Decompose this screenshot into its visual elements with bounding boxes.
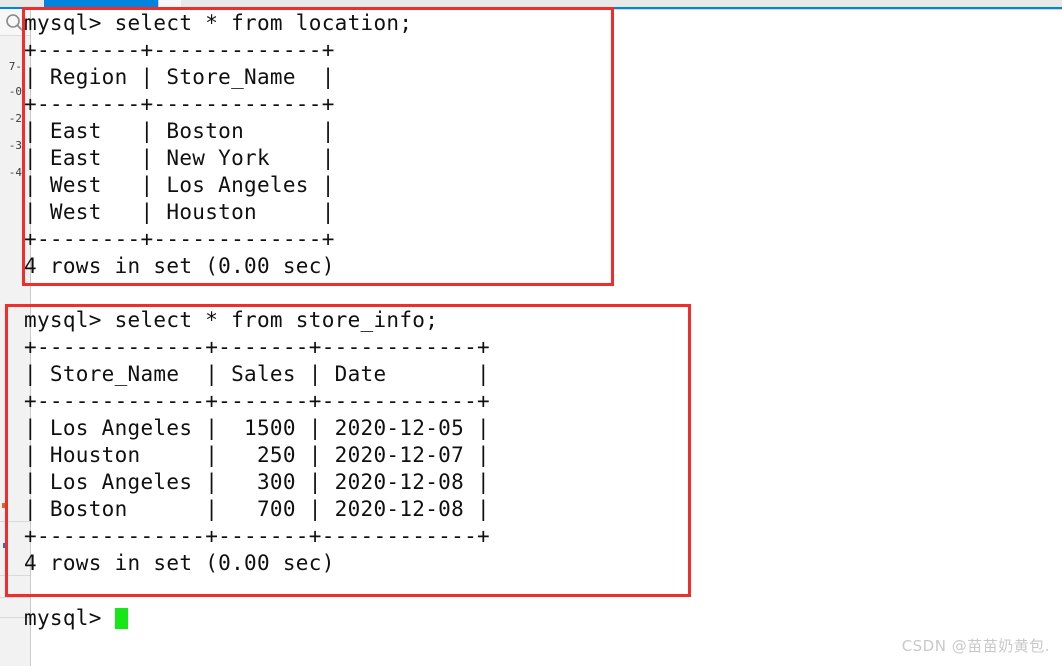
terminal-line: +--------+-------------+ [24, 38, 335, 62]
terminal-line: mysql> select * from location; [24, 11, 413, 35]
terminal-line: +-------------+-------+------------+ [24, 335, 490, 359]
terminal-line: +--------+-------------+ [24, 227, 335, 251]
terminal-line: +--------+-------------+ [24, 92, 335, 116]
terminal-output-area[interactable]: mysql> select * from location; +--------… [0, 0, 1062, 666]
prompt-row: mysql> [24, 605, 128, 632]
terminal-line: mysql> select * from store_info; [24, 308, 439, 332]
terminal-line: +-------------+-------+------------+ [24, 389, 490, 413]
terminal-line: | West | Houston | [24, 200, 335, 224]
terminal-line: | Store_Name | Sales | Date | [24, 362, 490, 386]
terminal-line: +-------------+-------+------------+ [24, 524, 490, 548]
csdn-watermark: CSDN @苗苗奶黄包. [901, 637, 1050, 655]
location-query-block: mysql> select * from location; +--------… [0, 10, 412, 280]
terminal-line: | Los Angeles | 300 | 2020-12-08 | [24, 470, 490, 494]
terminal-line: | Los Angeles | 1500 | 2020-12-05 | [24, 416, 490, 440]
result-summary: 4 rows in set (0.00 sec) [24, 551, 335, 575]
active-prompt-line[interactable]: mysql> [0, 605, 128, 632]
terminal-line: | West | Los Angeles | [24, 173, 335, 197]
store-info-query-block: mysql> select * from store_info; +------… [0, 307, 490, 577]
terminal-line: | Boston | 700 | 2020-12-08 | [24, 497, 490, 521]
terminal-line: | Region | Store_Name | [24, 65, 335, 89]
terminal-line: | Houston | 250 | 2020-12-07 | [24, 443, 490, 467]
prompt-text: mysql> [24, 606, 115, 630]
terminal-line: | East | New York | [24, 146, 335, 170]
terminal-cursor [114, 608, 128, 629]
terminal-line: | East | Boston | [24, 119, 335, 143]
result-summary: 4 rows in set (0.00 sec) [24, 254, 335, 278]
